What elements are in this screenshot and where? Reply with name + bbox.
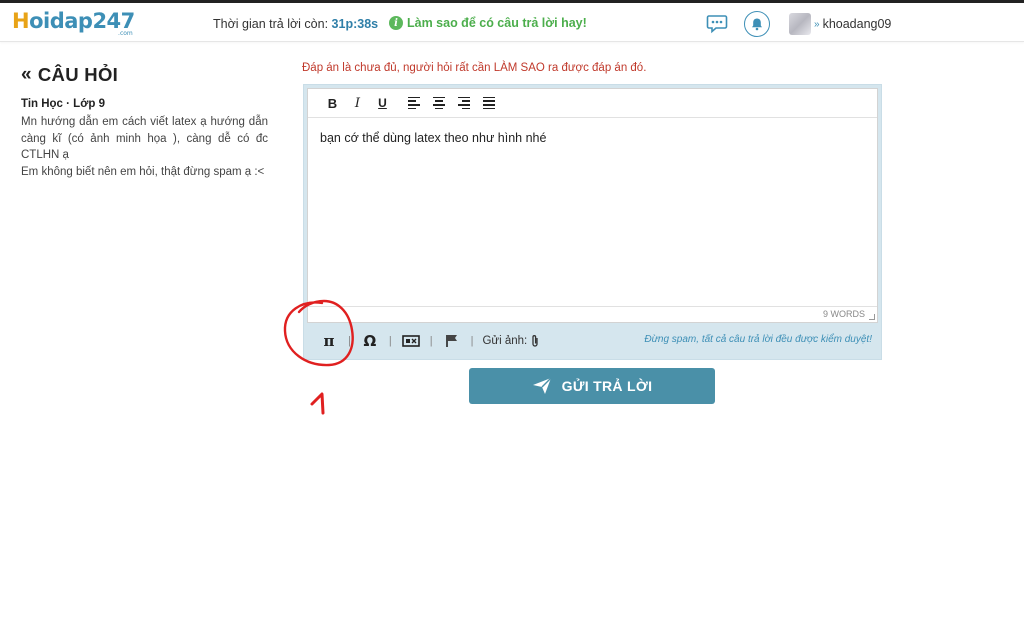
special-characters-button[interactable]: Ω [360,332,380,350]
editor-bottom-bar: π | Ω | | | Gửi ảnh: Đừng spam, tất cả c… [307,325,878,357]
question-heading-text: CÂU HỎI [37,64,119,85]
separator: | [429,335,433,347]
logo-letter-h: H [12,9,30,33]
question-body-line: Em không biết nên em hỏi, thật đừng spam… [21,165,265,178]
bell-icon[interactable] [744,11,770,37]
username: khoadang09 [822,17,892,31]
howto-link[interactable]: i Làm sao để có câu trả lời hay! [389,16,587,30]
user-menu[interactable]: » khoadang09 [814,17,891,31]
question-heading: « CÂU HỎI [21,64,268,86]
paperclip-icon [532,335,538,347]
word-count: 9 WORDS [822,309,865,319]
align-left-icon [407,96,420,110]
align-center-button[interactable] [426,92,451,114]
editor-body[interactable]: B I U bạn cớ thể dùng latex theo như hìn… [307,88,878,323]
submit-label: GỬI TRẢ LỜI [561,378,653,394]
question-panel: « CÂU HỎI Tin Học · Lớp 9 Mn hướng dẫn e… [21,64,268,180]
editor-statusbar: 9 WORDS [308,306,877,322]
double-chevron-left-icon[interactable]: « [21,64,32,86]
flag-icon[interactable] [442,332,462,350]
anti-spam-note: Đừng spam, tất cả câu trả lời đều được k… [644,334,872,345]
answer-text[interactable]: bạn cớ thể dùng latex theo như hình nhé [320,131,546,145]
timer-value: 31p:38s [331,17,379,31]
annotation-number-1 [310,392,325,415]
align-center-icon [432,96,445,110]
align-right-button[interactable] [451,92,476,114]
send-image-button[interactable]: Gửi ảnh: [482,334,540,348]
submit-answer-button[interactable]: GỬI TRẢ LỜI [469,368,715,404]
avatar[interactable] [789,13,811,35]
info-icon: i [389,16,403,30]
site-logo[interactable]: Hoidap247 .com [12,9,135,37]
separator: | [470,335,474,347]
answer-warning: Đáp án là chưa đủ, người hỏi rất cần LÀM… [302,62,647,74]
resize-handle-icon[interactable] [869,314,875,320]
separator: | [388,335,392,347]
align-left-button[interactable] [401,92,426,114]
question-body-line: Mn hướng dẫn em cách viết latex ạ hướng … [21,116,268,161]
answer-timer: Thời gian trả lời còn: 31p:38s [213,17,378,31]
logo-suffix: .com [118,30,133,37]
italic-button[interactable]: I [345,92,370,114]
answer-editor: B I U bạn cớ thể dùng latex theo như hìn… [303,84,882,360]
separator: | [348,335,351,347]
chat-bubble-icon[interactable] [706,12,728,34]
align-right-icon [457,96,470,110]
send-image-label: Gửi ảnh: [482,335,528,347]
align-justify-icon [482,96,495,110]
question-subject: Tin Học · Lớp 9 [21,98,105,110]
timer-label: Thời gian trả lời còn: [213,17,329,31]
site-header: Hoidap247 .com Thời gian trả lời còn: 31… [0,3,1024,42]
math-formula-button[interactable]: π [319,332,339,350]
question-body: Mn hướng dẫn em cách viết latex ạ hướng … [21,114,268,180]
editor-toolbar: B I U [308,89,877,118]
equation-editor-icon[interactable] [401,332,421,350]
bold-button[interactable]: B [320,92,345,114]
howto-label: Làm sao để có câu trả lời hay! [407,16,587,30]
underline-button[interactable]: U [370,92,395,114]
double-chevron-down-icon: » [814,18,820,30]
send-icon [532,377,552,394]
align-justify-button[interactable] [476,92,501,114]
